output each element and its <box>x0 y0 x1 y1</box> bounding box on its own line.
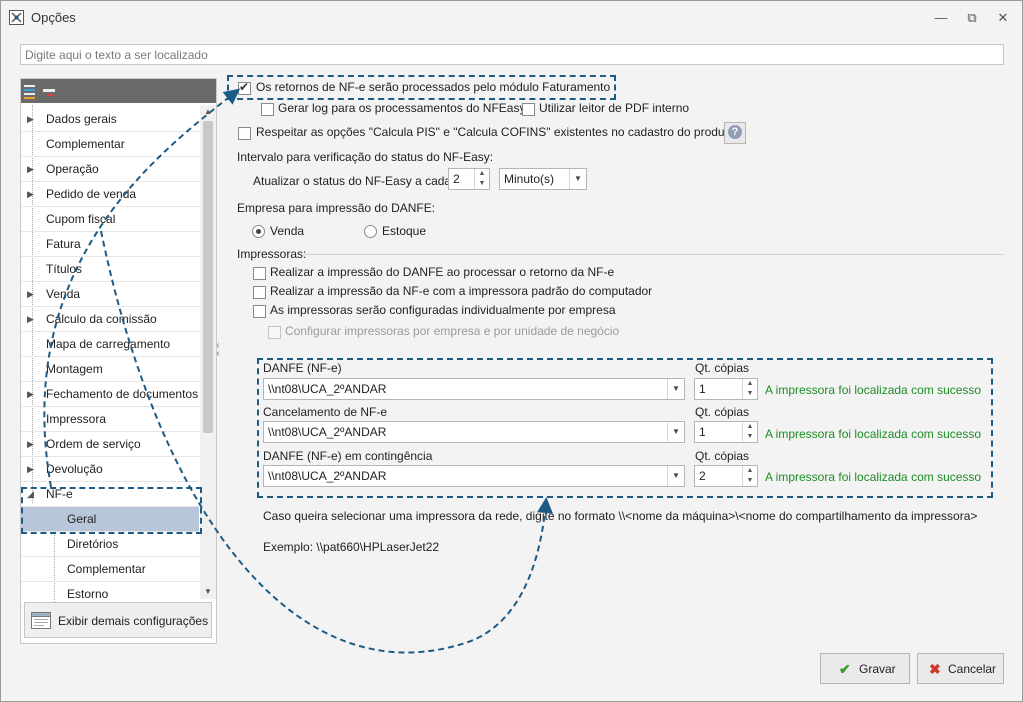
danfe-retorno-label: Realizar a impressão do DANFE ao process… <box>270 265 615 279</box>
copies-stepper[interactable]: 1 ▲ ▼ <box>694 421 758 443</box>
sidebar: ▶ Dados gerais Complementar ▶ Operação ▶ Pe… <box>20 78 217 644</box>
chevron-right-icon[interactable]: ▶ <box>27 314 37 324</box>
sidebar-item-nfe-diretorios[interactable]: Diretórios <box>21 532 199 557</box>
sidebar-item-operacao[interactable]: ▶ Operação <box>21 157 199 182</box>
printer-select[interactable]: \\nt08\UCA_2ºANDAR ▼ <box>263 465 685 487</box>
chevron-right-icon[interactable]: ▶ <box>27 164 37 174</box>
pis-cofins-checkbox[interactable] <box>238 127 251 140</box>
danfe-retorno-checkbox[interactable] <box>253 267 266 280</box>
printer-status: A impressora foi localizada com sucesso <box>765 383 982 397</box>
maximize-icon[interactable]: ⧉ <box>961 8 983 28</box>
copies-stepper[interactable]: 2 ▲ ▼ <box>694 465 758 487</box>
sidebar-item-fechamento-de-documentos[interactable]: ▶ Fechamento de documentos <box>21 382 199 407</box>
app-icon <box>9 10 24 25</box>
sidebar-item-montagem[interactable]: Montagem <box>21 357 199 382</box>
highlight-retornos <box>227 75 616 100</box>
close-icon: ✖ <box>929 661 941 677</box>
stepper-arrows-icon[interactable]: ▲ ▼ <box>474 169 489 189</box>
sidebar-item-devolucao[interactable]: ▶ Devolução <box>21 457 199 482</box>
copies-label: Qt. cópias <box>695 405 750 419</box>
scrollbar-thumb[interactable] <box>203 121 213 433</box>
settings-window-icon <box>31 612 51 629</box>
printer-status: A impressora foi localizada com sucesso <box>765 470 982 484</box>
divider <box>304 254 1004 255</box>
highlight-nfe-geral <box>21 487 202 534</box>
leitor-pdf-checkbox[interactable] <box>522 103 535 116</box>
sidebar-item-nfe-complementar[interactable]: Complementar <box>21 557 199 582</box>
printer-label: DANFE (NF-e) <box>263 361 342 375</box>
sidebar-item-pedido-de-venda[interactable]: ▶ Pedido de venda <box>21 182 199 207</box>
interval-unit-select[interactable]: Minuto(s) ▼ <box>499 168 587 190</box>
sidebar-item-dados-gerais[interactable]: ▶ Dados gerais <box>21 107 199 132</box>
impressora-padrao-checkbox[interactable] <box>253 286 266 299</box>
por-empresa-checkbox[interactable] <box>268 326 281 339</box>
network-printer-hint: Caso queira selecionar uma impressora da… <box>263 509 978 523</box>
chevron-right-icon[interactable]: ▶ <box>27 189 37 199</box>
individual-label: As impressoras serão configuradas indivi… <box>270 303 616 317</box>
venda-radio[interactable] <box>252 225 265 238</box>
impressoras-heading: Impressoras: <box>237 247 307 261</box>
sidebar-item-mapa-de-carregamento[interactable]: Mapa de carregamento <box>21 332 199 357</box>
printer-select[interactable]: \\nt08\UCA_2ºANDAR ▼ <box>263 421 685 443</box>
scroll-down-icon[interactable]: ▼ <box>200 585 216 599</box>
pis-cofins-label: Respeitar as opções "Calcula PIS" e "Cal… <box>256 125 735 139</box>
save-button[interactable]: ✔ Gravar <box>820 653 910 684</box>
chevron-right-icon[interactable]: ▶ <box>27 439 37 449</box>
sidebar-item-cupom-fiscal[interactable]: Cupom fiscal <box>21 207 199 232</box>
sidebar-item-titulos[interactable]: Títulos <box>21 257 199 282</box>
help-icon[interactable] <box>724 122 746 144</box>
cancel-button[interactable]: ✖ Cancelar <box>917 653 1004 684</box>
chevron-right-icon[interactable]: ▶ <box>27 289 37 299</box>
sidebar-toolbar <box>21 79 216 103</box>
gerar-log-label: Gerar log para os processamentos do NFEa… <box>278 101 526 115</box>
window-title: Opções <box>31 10 76 25</box>
printer-select[interactable]: \\nt08\UCA_2ºANDAR ▼ <box>263 378 685 400</box>
expand-collapse-icon[interactable] <box>23 82 57 100</box>
interval-label: Atualizar o status do NF-Easy a cada: <box>253 174 455 188</box>
chevron-right-icon[interactable]: ▶ <box>27 464 37 474</box>
gerar-log-checkbox[interactable] <box>261 103 274 116</box>
stepper-arrows-icon[interactable]: ▲ ▼ <box>742 422 757 442</box>
options-window: Opções — ⧉ ✕ ▶Dados gerais Complementar … <box>0 0 1023 702</box>
copies-label: Qt. cópias <box>695 449 750 463</box>
empresa-heading: Empresa para impressão do DANFE: <box>237 201 436 215</box>
printer-label: DANFE (NF-e) em contingência <box>263 449 433 463</box>
close-icon[interactable]: ✕ <box>992 8 1014 28</box>
minimize-icon[interactable]: — <box>930 8 952 28</box>
interval-stepper[interactable]: 2 ▲ ▼ <box>448 168 490 190</box>
sidebar-item-fatura[interactable]: Fatura <box>21 232 199 257</box>
por-empresa-label: Configurar impressoras por empresa e por… <box>285 324 620 338</box>
stepper-arrows-icon[interactable]: ▲ ▼ <box>742 466 757 486</box>
estoque-radio[interactable] <box>364 225 377 238</box>
estoque-label: Estoque <box>382 224 427 238</box>
sidebar-item-calculo-da-comissao[interactable]: ▶ Cálculo da comissão <box>21 307 199 332</box>
scroll-up-icon[interactable]: ▲ <box>200 105 216 119</box>
chevron-down-icon[interactable]: ▼ <box>569 169 586 189</box>
stepper-arrows-icon[interactable]: ▲ ▼ <box>742 379 757 399</box>
sidebar-item-ordem-de-servico[interactable]: ▶ Ordem de serviço <box>21 432 199 457</box>
chevron-down-icon[interactable]: ▼ <box>667 379 684 399</box>
venda-label: Venda <box>270 224 305 238</box>
splitter-handle[interactable]: ‹ ‹ <box>214 341 222 372</box>
network-printer-example: Exemplo: \\pat660\HPLaserJet22 <box>263 540 440 554</box>
printer-label: Cancelamento de NF-e <box>263 405 388 419</box>
chevron-right-icon[interactable]: ▶ <box>27 114 37 124</box>
sidebar-item-venda[interactable]: ▶ Venda <box>21 282 199 307</box>
interval-heading: Intervalo para verificação do status do … <box>237 150 494 164</box>
chevron-down-icon[interactable]: ▼ <box>667 422 684 442</box>
check-icon: ✔ <box>839 661 851 677</box>
impressora-padrao-label: Realizar a impressão da NF-e com a impre… <box>270 284 653 298</box>
copies-label: Qt. cópias <box>695 361 750 375</box>
copies-stepper[interactable]: 1 ▲ ▼ <box>694 378 758 400</box>
printer-status: A impressora foi localizada com sucesso <box>765 427 982 441</box>
leitor-pdf-label: Utilizar leitor de PDF interno <box>539 101 690 115</box>
title-bar: Opções — ⧉ ✕ <box>1 1 1022 35</box>
sidebar-item-complementar[interactable]: Complementar <box>21 132 199 157</box>
search-input[interactable] <box>20 44 1004 65</box>
individual-checkbox[interactable] <box>253 305 266 318</box>
show-more-settings-button[interactable]: Exibir demais configurações <box>24 602 212 638</box>
chevron-right-icon[interactable]: ▶ <box>27 389 37 399</box>
chevron-down-icon[interactable]: ▼ <box>667 466 684 486</box>
sidebar-item-impressora[interactable]: Impressora <box>21 407 199 432</box>
